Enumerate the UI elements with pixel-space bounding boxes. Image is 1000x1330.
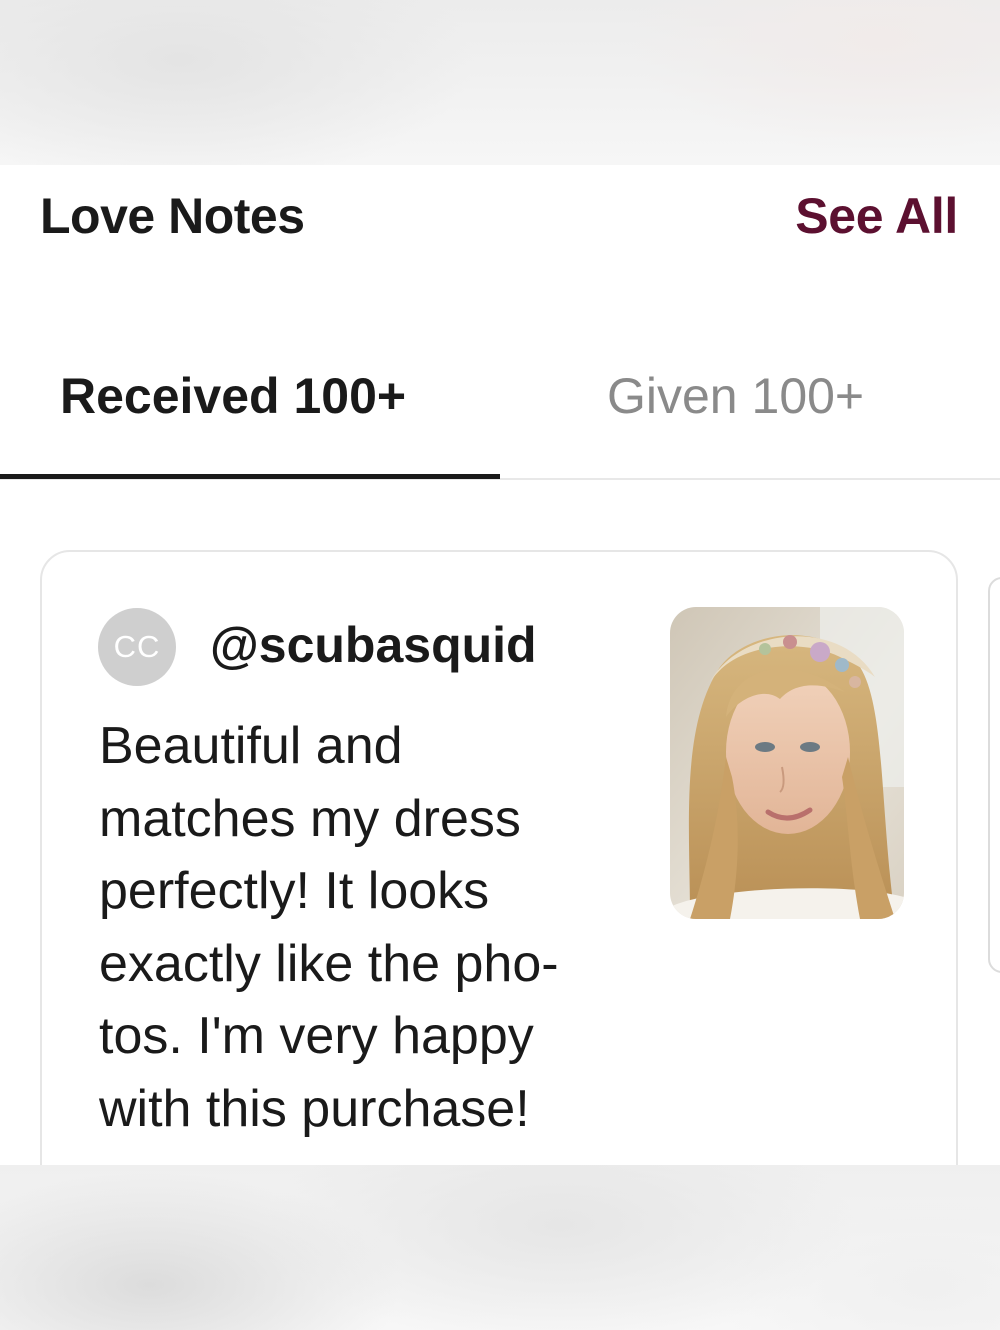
love-notes-section: Love Notes See All Received 100+ Given 1… — [0, 165, 1000, 1165]
review-text: Beautiful and matches my dress perfectly… — [99, 710, 639, 1145]
review-text-line: perfectly! It looks — [99, 862, 490, 920]
tab-received[interactable]: Received 100+ — [0, 345, 500, 478]
review-text-line: Beautiful and — [99, 717, 403, 775]
active-tab-indicator — [0, 474, 500, 479]
review-text-line: with this purchase! — [99, 1079, 530, 1138]
review-text-line: tos. I'm very happy — [99, 1007, 534, 1065]
tab-given[interactable]: Given 100+ — [500, 345, 1000, 478]
product-photo[interactable] — [670, 607, 904, 919]
review-text-line: exactly like the pho- — [99, 934, 559, 993]
tab-bar: Received 100+ Given 100+ — [0, 345, 1000, 480]
username-link[interactable]: @scubasquid — [210, 616, 537, 674]
section-title: Love Notes — [40, 188, 305, 244]
product-photo-image — [670, 607, 904, 919]
love-note-card[interactable]: CC @scubasquid Beautiful and matches my … — [40, 550, 958, 1165]
next-card-peek[interactable] — [988, 577, 1000, 973]
tab-given-label: Given 100+ — [607, 368, 865, 424]
blurred-background-bottom — [0, 1165, 1000, 1330]
see-all-link[interactable]: See All — [795, 187, 958, 245]
review-text-line: matches my dress — [99, 789, 521, 848]
avatar: CC — [98, 608, 176, 686]
tab-received-label: Received 100+ — [60, 368, 407, 424]
blurred-background-top — [0, 0, 1000, 165]
